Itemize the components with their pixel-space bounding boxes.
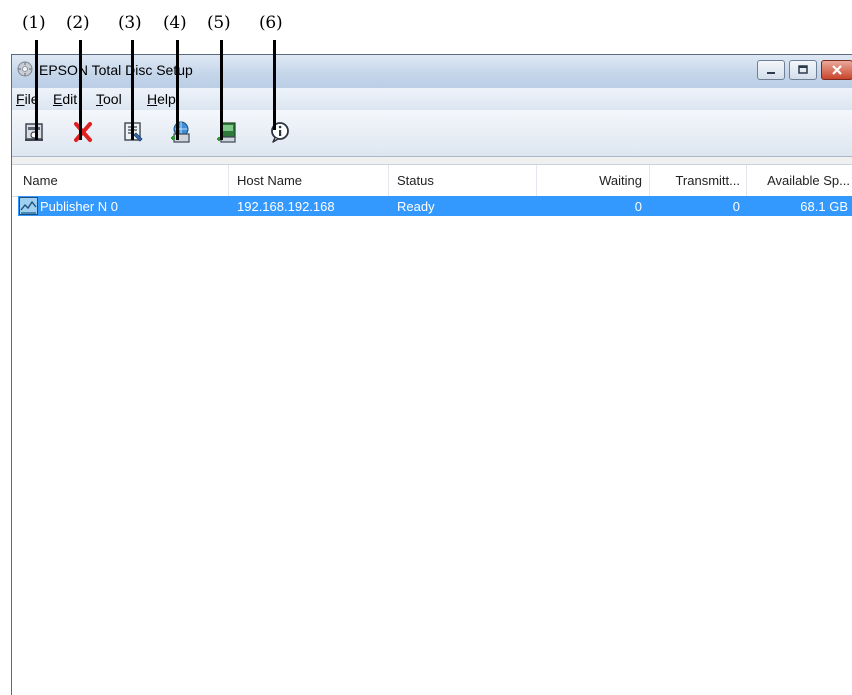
maximize-button[interactable] xyxy=(789,60,817,80)
row-status: Ready xyxy=(397,199,435,214)
publisher-list[interactable]: Name Host Name Status Waiting Transmitt.… xyxy=(12,164,852,695)
callout-line-6 xyxy=(273,40,276,130)
app-icon xyxy=(17,61,33,77)
menu-tool[interactable]: Tool xyxy=(96,91,122,107)
row-waiting: 0 xyxy=(634,199,642,214)
column-name[interactable]: Name xyxy=(23,173,58,188)
callout-5: (5) xyxy=(207,13,231,33)
maximize-icon xyxy=(798,65,808,74)
menu-bar: File Edit Tool Help xyxy=(12,88,852,110)
minimize-icon xyxy=(767,72,775,74)
add-network-publisher-icon[interactable] xyxy=(168,119,194,145)
callout-line-4 xyxy=(176,40,179,140)
close-icon xyxy=(832,65,842,75)
delete-icon[interactable] xyxy=(70,119,96,145)
minimize-button[interactable] xyxy=(757,60,785,80)
column-waiting[interactable]: Waiting xyxy=(542,173,642,188)
callout-4: (4) xyxy=(163,13,187,33)
column-divider[interactable] xyxy=(536,165,537,196)
add-local-publisher-icon[interactable] xyxy=(215,119,241,145)
menu-help[interactable]: Help xyxy=(147,91,176,107)
list-header: Name Host Name Status Waiting Transmitt.… xyxy=(12,165,852,197)
callout-1: (1) xyxy=(22,13,46,33)
info-icon[interactable] xyxy=(267,119,293,145)
publisher-icon xyxy=(19,197,38,215)
column-host-name[interactable]: Host Name xyxy=(237,173,302,188)
callout-line-1 xyxy=(35,40,38,140)
title-bar[interactable]: EPSON Total Disc Setup xyxy=(12,55,852,89)
column-available-space[interactable]: Available Sp... xyxy=(752,173,850,188)
window-title: EPSON Total Disc Setup xyxy=(39,62,193,78)
column-status[interactable]: Status xyxy=(397,173,434,188)
callout-6: (6) xyxy=(259,13,283,33)
column-divider[interactable] xyxy=(649,165,650,196)
row-name: Publisher N 0 xyxy=(40,199,119,214)
edit-settings-icon[interactable] xyxy=(121,119,147,145)
toolbar xyxy=(12,110,852,157)
row-available-space: 68.1 GB xyxy=(800,199,848,214)
menu-edit[interactable]: Edit xyxy=(53,91,77,107)
column-transmitting[interactable]: Transmitt... xyxy=(652,173,740,188)
close-button[interactable] xyxy=(821,60,852,80)
callout-line-5 xyxy=(220,40,223,140)
column-divider[interactable] xyxy=(228,165,229,196)
app-window: EPSON Total Disc Setup File Edit Tool He… xyxy=(11,54,852,695)
table-row[interactable]: Publisher N 0 192.168.192.168 Ready 0 0 … xyxy=(18,196,852,216)
callout-3: (3) xyxy=(118,13,142,33)
column-divider[interactable] xyxy=(388,165,389,196)
callout-line-2 xyxy=(79,40,82,140)
row-transmitting: 0 xyxy=(732,199,740,214)
row-host-name: 192.168.192.168 xyxy=(237,199,335,214)
window-controls xyxy=(757,60,852,80)
column-divider[interactable] xyxy=(746,165,747,196)
callout-2: (2) xyxy=(66,13,90,33)
callout-line-3 xyxy=(131,40,134,140)
